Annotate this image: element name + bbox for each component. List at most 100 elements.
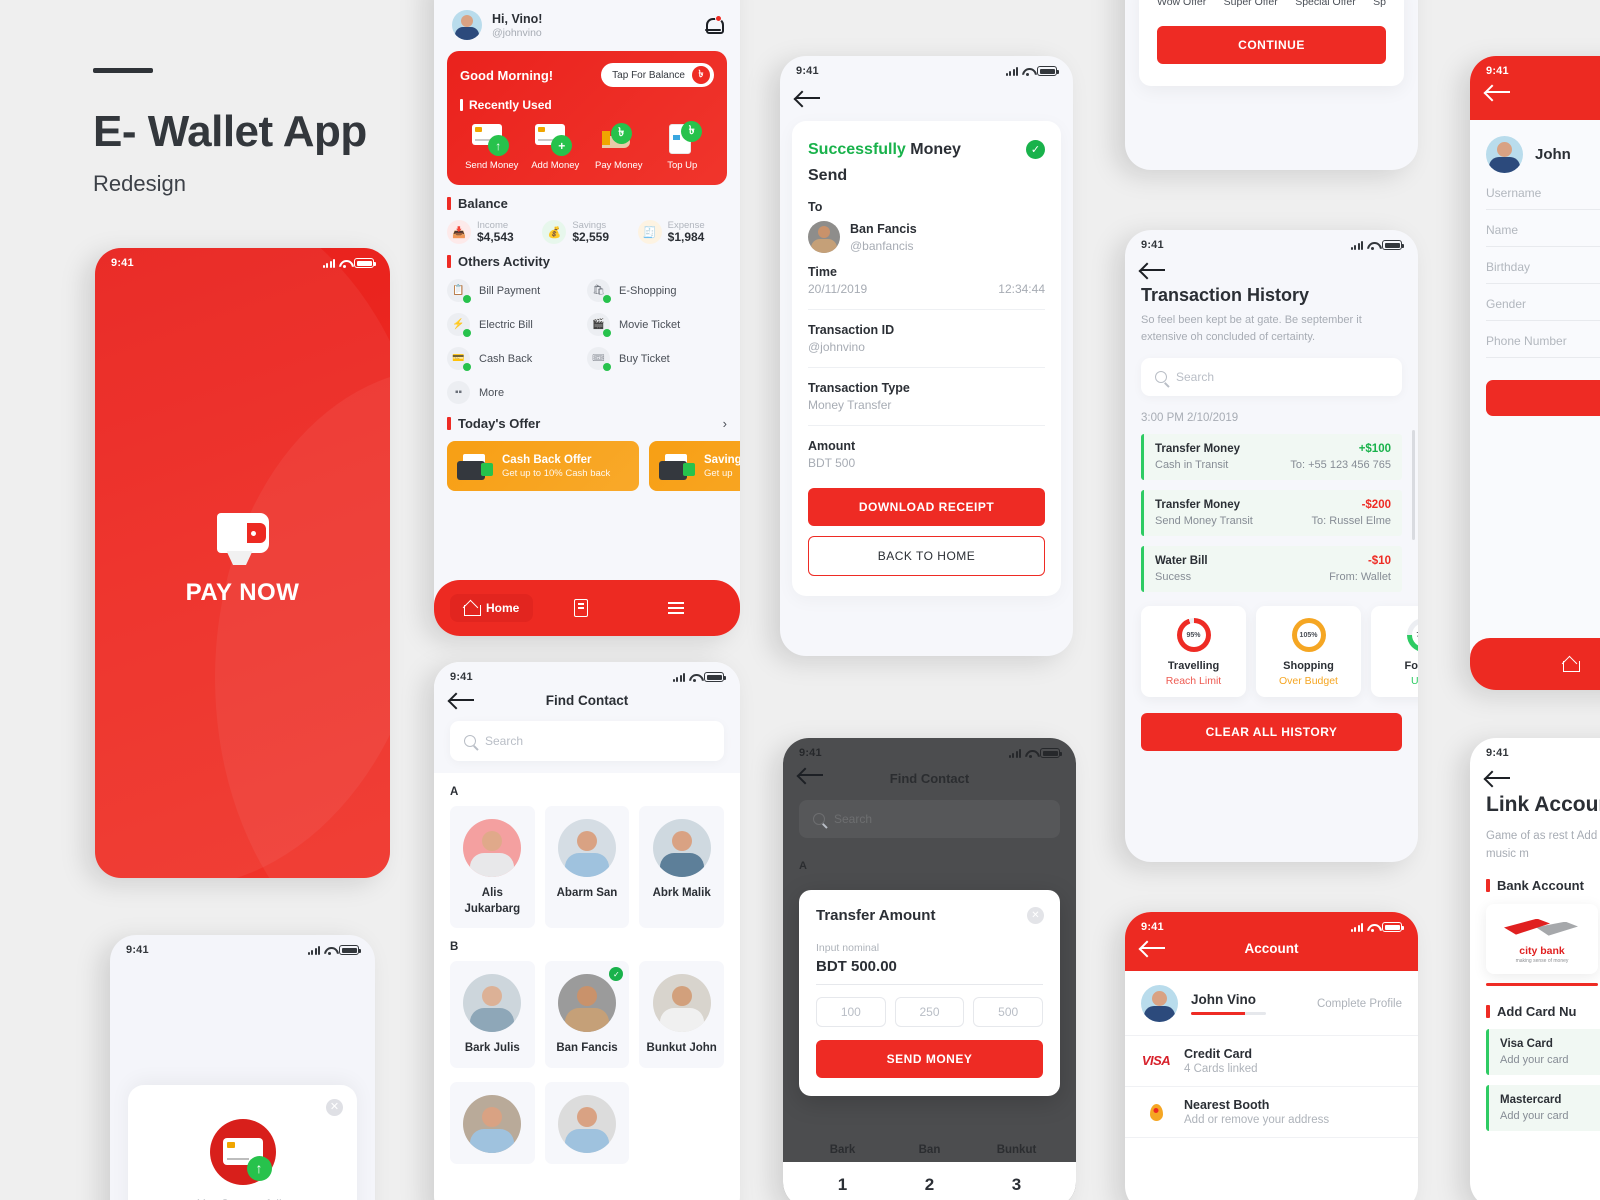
battery-icon xyxy=(339,945,361,955)
complete-profile-link[interactable]: Complete Profile xyxy=(1317,998,1402,1010)
keypad-key[interactable]: 3 xyxy=(973,1162,1060,1200)
offer-card[interactable]: Savings Get up xyxy=(649,441,740,491)
continue-button[interactable]: CONTINUE xyxy=(1157,26,1386,64)
screen-title: Account xyxy=(1244,940,1299,956)
offer-tab[interactable]: Sp xyxy=(1373,0,1386,8)
search-icon xyxy=(813,813,825,825)
download-receipt-button[interactable]: DOWNLOAD RECEIPT xyxy=(808,488,1045,527)
activity-bill-payment[interactable]: 📋 Bill Payment xyxy=(447,279,587,303)
contact-card[interactable]: Abarm San xyxy=(544,806,630,929)
close-icon[interactable]: ✕ xyxy=(326,1099,343,1116)
offer-tab[interactable]: Wow Offer xyxy=(1157,0,1206,8)
offer-tab[interactable]: Special Offer xyxy=(1295,0,1356,8)
activity-buy-ticket[interactable]: 🎟 Buy Ticket xyxy=(587,347,727,371)
card-option-visa[interactable]: Visa Card Add your card xyxy=(1486,1028,1600,1075)
nominal-value[interactable]: BDT 500.00 xyxy=(816,958,1043,975)
account-row-credit-card[interactable]: VISA Credit Card 4 Cards linked xyxy=(1125,1036,1418,1087)
save-button[interactable] xyxy=(1486,380,1600,416)
search-placeholder: Search xyxy=(485,734,524,748)
contact-name: Ban Fancis xyxy=(556,1042,618,1055)
account-row-nearest-booth[interactable]: Nearest Booth Add or remove your address xyxy=(1125,1087,1418,1138)
account-user-row[interactable]: John Vino Complete Profile xyxy=(1125,971,1418,1036)
quick-action-send-money[interactable]: ↑ Send Money xyxy=(460,122,524,171)
transaction-row[interactable]: Transfer Money Cash in Transit +$100 To:… xyxy=(1141,434,1402,481)
card-option-mastercard[interactable]: Mastercard Add your card xyxy=(1486,1084,1600,1131)
activity-label: Movie Ticket xyxy=(619,318,681,331)
home-icon[interactable] xyxy=(1562,657,1580,672)
shopping-icon: 🛍 xyxy=(587,279,611,303)
field-phone-number[interactable]: Phone Number xyxy=(1486,321,1600,358)
amount-chip-250[interactable]: 250 xyxy=(894,997,965,1027)
check-circle-icon: ✓ xyxy=(1026,140,1045,159)
amount-chip-100[interactable]: 100 xyxy=(816,997,886,1027)
search-input[interactable]: Search xyxy=(450,721,724,761)
contact-card[interactable]: Abrk Malik xyxy=(639,806,724,929)
keypad-row[interactable]: 1 2 3 xyxy=(783,1162,1076,1200)
activity-more[interactable]: ▪▪ More xyxy=(447,381,587,404)
transaction-row[interactable]: Water Bill Sucess -$10 From: Wallet xyxy=(1141,546,1402,593)
contact-card[interactable] xyxy=(450,1081,535,1164)
budget-card-travelling[interactable]: 95% Travelling Reach Limit xyxy=(1141,606,1246,698)
offer-title: Cash Back Offer xyxy=(502,453,592,466)
offers-carousel[interactable]: Cash Back Offer Get up to 10% Cash back … xyxy=(434,441,740,491)
contact-card[interactable]: ✓ Ban Fancis xyxy=(544,961,630,1068)
visa-icon: VISA xyxy=(1141,1053,1171,1068)
greeting-label: Good Morning! xyxy=(460,67,554,83)
back-arrow-icon[interactable] xyxy=(1141,261,1167,279)
back-arrow-icon[interactable] xyxy=(1141,939,1167,957)
avatar xyxy=(452,10,482,40)
clear-all-history-button[interactable]: CLEAR ALL HISTORY xyxy=(1141,713,1402,752)
search-input[interactable]: Search xyxy=(1141,358,1402,397)
offer-tab[interactable]: Super Offer xyxy=(1224,0,1278,8)
quick-action-add-money[interactable]: + Add Money xyxy=(524,122,588,171)
field-gender[interactable]: Gender xyxy=(1486,284,1600,321)
amount-chip-500[interactable]: 500 xyxy=(973,997,1044,1027)
transaction-row[interactable]: Transfer Money Send Money Transit -$200 … xyxy=(1141,490,1402,537)
budget-card-food[interactable]: 75% Food & Unde xyxy=(1371,606,1418,698)
screen-link-account: 9:41 Link Account Game of as rest t Add … xyxy=(1470,738,1600,1200)
back-arrow-icon[interactable] xyxy=(1486,83,1512,101)
back-arrow-icon[interactable] xyxy=(796,89,822,107)
close-icon[interactable]: ✕ xyxy=(1027,907,1044,924)
field-birthday[interactable]: Birthday xyxy=(1486,247,1600,284)
search-input[interactable]: Search xyxy=(799,800,1060,838)
back-arrow-icon[interactable] xyxy=(799,766,825,784)
contact-card[interactable] xyxy=(544,1081,630,1164)
contact-card[interactable]: Alis Jukarbarg xyxy=(450,806,535,929)
bank-option-city-bank[interactable]: city bank making sense of money xyxy=(1486,903,1598,974)
tab-home[interactable]: Home xyxy=(450,594,534,622)
quick-action-top-up[interactable]: ৳ Top Up xyxy=(651,121,715,171)
tab-menu[interactable] xyxy=(629,602,724,614)
activity-cash-back[interactable]: 💳 Cash Back xyxy=(447,347,587,371)
activity-e-shopping[interactable]: 🛍 E-Shopping xyxy=(587,279,727,303)
transaction-date-group: 3:00 PM 2/10/2019 xyxy=(1141,412,1239,425)
activity-electric-bill[interactable]: ⚡ Electric Bill xyxy=(447,313,587,337)
keypad-key[interactable]: 1 xyxy=(799,1162,886,1200)
tab-receipt[interactable] xyxy=(533,599,628,617)
contact-card[interactable]: Bunkut John xyxy=(639,961,724,1068)
avatar xyxy=(1486,136,1523,173)
field-name[interactable]: Name xyxy=(1486,210,1600,247)
budget-card-shopping[interactable]: 105% Shopping Over Budget xyxy=(1256,606,1361,698)
send-money-button[interactable]: SEND MONEY xyxy=(816,1040,1043,1078)
bottom-tab-bar: Home xyxy=(434,580,740,636)
status-bar: 9:41 xyxy=(1470,738,1600,761)
movie-icon: 🎬 xyxy=(587,313,611,337)
tap-for-balance-label: Tap For Balance xyxy=(612,69,685,81)
keypad-key[interactable]: 2 xyxy=(886,1162,973,1200)
contact-card[interactable]: Bark Julis xyxy=(450,961,535,1068)
back-to-home-button[interactable]: BACK TO HOME xyxy=(808,536,1045,577)
back-arrow-icon[interactable] xyxy=(1486,769,1512,787)
quick-action-pay-money[interactable]: ৳ Pay Money xyxy=(587,122,651,171)
offer-card-panel: Wow Offer Super Offer Special Offer Sp C… xyxy=(1139,0,1404,86)
offer-card[interactable]: Cash Back Offer Get up to 10% Cash back xyxy=(447,441,639,491)
budget-percent: 75% xyxy=(1411,623,1418,648)
back-arrow-icon[interactable] xyxy=(450,691,476,709)
bell-icon[interactable] xyxy=(704,15,724,35)
chevron-right-icon[interactable]: › xyxy=(723,416,727,431)
scrollbar-thumb[interactable] xyxy=(1412,430,1415,540)
tap-for-balance-button[interactable]: Tap For Balance ৳ xyxy=(601,63,714,87)
activity-movie-ticket[interactable]: 🎬 Movie Ticket xyxy=(587,313,727,337)
field-username[interactable]: Username xyxy=(1486,173,1600,210)
battery-icon xyxy=(1382,922,1404,932)
